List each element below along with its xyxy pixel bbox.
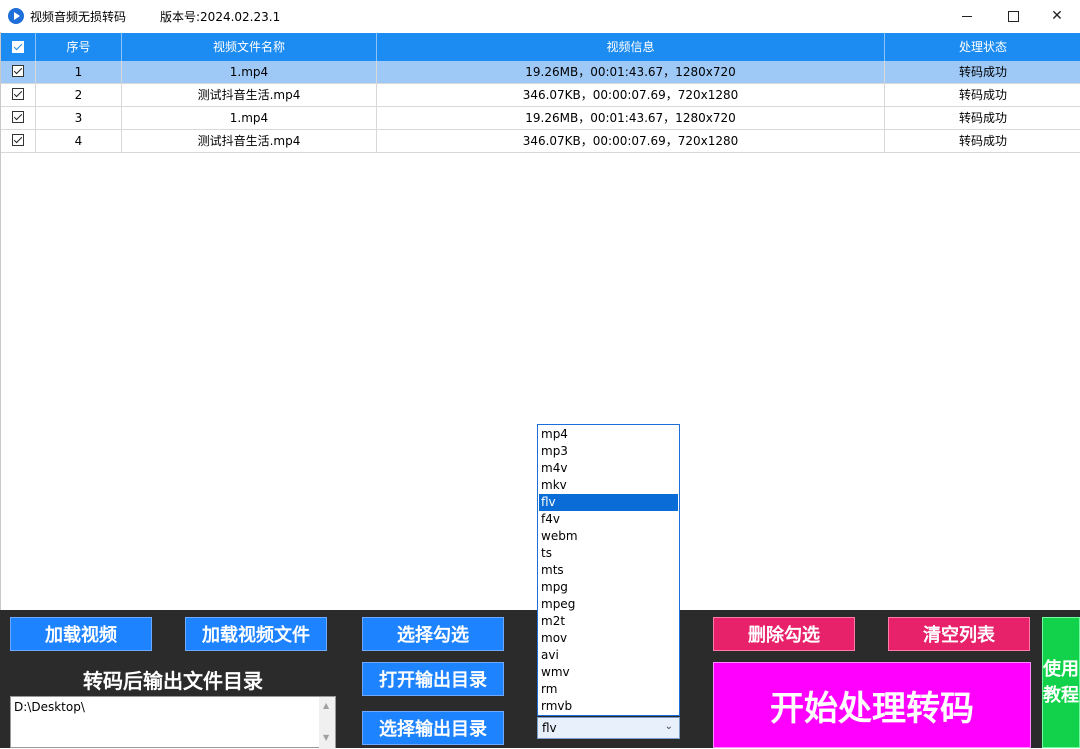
title-bar: 视频音频无损转码 版本号:2024.02.23.1 ✕ [0, 0, 1080, 32]
column-header-info: 视频信息 [377, 33, 885, 61]
delete-checked-button[interactable]: 删除勾选 [713, 617, 855, 651]
format-option-mkv[interactable]: mkv [539, 477, 678, 494]
row-index: 4 [36, 130, 122, 152]
row-filename: 1.mp4 [122, 107, 377, 129]
scroll-down-icon[interactable]: ▼ [323, 733, 329, 742]
select-all-checkbox[interactable] [12, 41, 24, 53]
format-option-mts[interactable]: mts [539, 562, 678, 579]
close-button[interactable]: ✕ [1034, 0, 1080, 32]
format-option-rm[interactable]: rm [539, 681, 678, 698]
choose-output-dir-button[interactable]: 选择输出目录 [362, 711, 504, 745]
row-checkbox[interactable] [12, 111, 24, 123]
row-index: 1 [36, 61, 122, 83]
row-info: 346.07KB，00:00:07.69，720x1280 [377, 84, 885, 106]
close-icon: ✕ [1051, 8, 1063, 24]
format-option-mp4[interactable]: mp4 [539, 426, 678, 443]
format-option-f4v[interactable]: f4v [539, 511, 678, 528]
row-checkbox[interactable] [12, 65, 24, 77]
format-option-rmvb[interactable]: rmvb [539, 698, 678, 715]
format-option-wmv[interactable]: wmv [539, 664, 678, 681]
format-option-mpeg[interactable]: mpeg [539, 596, 678, 613]
load-video-button[interactable]: 加载视频 [10, 617, 152, 651]
row-checkbox-cell[interactable] [1, 61, 36, 83]
table-row[interactable]: 2 测试抖音生活.mp4 346.07KB，00:00:07.69，720x1280… [1, 84, 1080, 107]
app-play-icon [8, 8, 24, 24]
row-checkbox-cell[interactable] [1, 107, 36, 129]
format-select[interactable]: flv ⌄ [537, 717, 680, 739]
row-index: 2 [36, 84, 122, 106]
output-dir-field[interactable]: D:\Desktop\ ▲ ▼ [10, 696, 336, 749]
scroll-up-icon[interactable]: ▲ [323, 701, 329, 710]
table-row[interactable]: 3 1.mp4 19.26MB，00:01:43.67，1280x720 转码成功 [1, 107, 1080, 130]
open-output-dir-button[interactable]: 打开输出目录 [362, 662, 504, 696]
row-checkbox-cell[interactable] [1, 130, 36, 152]
column-header-status: 处理状态 [958, 40, 1007, 54]
format-option-mov[interactable]: mov [539, 630, 678, 647]
format-select-value: flv [542, 721, 557, 735]
tutorial-button[interactable]: 使用教程 [1042, 617, 1080, 748]
row-info: 19.26MB，00:01:43.67，1280x720 [377, 107, 885, 129]
select-all-cell[interactable] [1, 33, 36, 61]
select-checked-button[interactable]: 选择勾选 [362, 617, 504, 651]
row-info: 346.07KB，00:00:07.69，720x1280 [377, 130, 885, 152]
table-row[interactable]: 4 测试抖音生活.mp4 346.07KB，00:00:07.69，720x1280… [1, 130, 1080, 153]
row-filename: 1.mp4 [122, 61, 377, 83]
row-status: 转码成功 [958, 88, 1007, 102]
row-checkbox[interactable] [12, 134, 24, 146]
maximize-icon [1007, 10, 1019, 22]
minimize-icon [962, 15, 972, 17]
row-status: 转码成功 [958, 134, 1007, 148]
format-option-mp3[interactable]: mp3 [539, 443, 678, 460]
app-title: 视频音频无损转码 [30, 10, 127, 24]
row-checkbox[interactable] [12, 88, 24, 100]
format-option-ts[interactable]: ts [539, 545, 678, 562]
row-filename: 测试抖音生活.mp4 [122, 84, 377, 106]
minimize-button[interactable] [944, 0, 990, 32]
start-transcode-button[interactable]: 开始处理转码 [713, 662, 1031, 748]
format-option-m4v[interactable]: m4v [539, 460, 678, 477]
output-dir-label: 转码后输出文件目录 [83, 669, 263, 693]
app-version: 版本号:2024.02.23.1 [160, 10, 281, 24]
table-row[interactable]: 1 1.mp4 19.26MB，00:01:43.67，1280x720 转码成功 [1, 61, 1080, 84]
format-option-avi[interactable]: avi [539, 647, 678, 664]
output-dir-scrollbar[interactable]: ▲ ▼ [319, 697, 335, 749]
chevron-down-icon: ⌄ [664, 721, 673, 732]
column-header-index: 序号 [36, 33, 122, 61]
format-option-webm[interactable]: webm [539, 528, 678, 545]
format-option-flv[interactable]: flv [539, 494, 678, 511]
row-index: 3 [36, 107, 122, 129]
row-status: 转码成功 [958, 111, 1007, 125]
column-header-filename: 视频文件名称 [122, 33, 377, 61]
output-dir-path: D:\Desktop\ [14, 700, 85, 714]
row-info: 19.26MB，00:01:43.67，1280x720 [377, 61, 885, 83]
load-video-file-button[interactable]: 加载视频文件 [185, 617, 327, 651]
format-option-mpg[interactable]: mpg [539, 579, 678, 596]
format-dropdown-list: mp4 mp3 m4v mkv flv f4v webm ts mts mpg mpeg m2t mov… [537, 424, 680, 716]
maximize-button[interactable] [990, 0, 1036, 32]
row-checkbox-cell[interactable] [1, 84, 36, 106]
table-header: 序号 视频文件名称 视频信息 处理状态 [1, 33, 1080, 61]
row-status: 转码成功 [958, 65, 1007, 79]
format-option-m2t[interactable]: m2t [539, 613, 678, 630]
clear-list-button[interactable]: 清空列表 [888, 617, 1030, 651]
row-filename: 测试抖音生活.mp4 [122, 130, 377, 152]
